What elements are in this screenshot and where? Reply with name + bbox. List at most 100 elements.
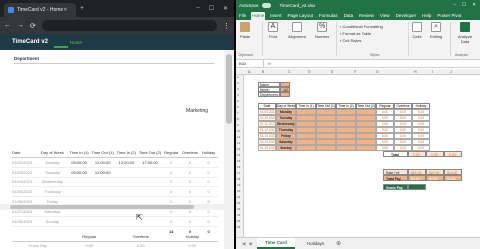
ribbon-tab[interactable]: Insert bbox=[269, 12, 282, 20]
vertical-scrollbar[interactable] bbox=[224, 50, 234, 249]
cells-button[interactable]: Cells bbox=[412, 22, 422, 39]
column-header[interactable]: J bbox=[450, 70, 452, 74]
conditional-formatting-button[interactable]: Conditional Formatting bbox=[340, 23, 383, 30]
prev-sheet-icon[interactable]: ◀ bbox=[242, 241, 245, 247]
column-header[interactable]: D bbox=[308, 70, 311, 74]
sheet-tab-time-card[interactable]: Time Card bbox=[256, 238, 295, 249]
column-header[interactable]: A bbox=[248, 70, 250, 74]
total-pay-cell[interactable]: $0.00 bbox=[408, 175, 426, 181]
row-header[interactable]: 10 bbox=[237, 129, 240, 133]
table-cell[interactable]: 13:00:00 bbox=[115, 160, 139, 165]
worksheet-grid[interactable]: ABCDEFGHIJ 1 2 3 4 5 6 7 8 9 10 11 12 13 14 15 16 17 18 19… bbox=[236, 69, 480, 237]
next-sheet-icon[interactable]: ▶ bbox=[249, 241, 252, 247]
minimize-icon[interactable]: – bbox=[454, 2, 457, 8]
sheet-tab-holidays[interactable]: Holidays bbox=[299, 239, 332, 248]
total-pay-cell[interactable]: $0.00 bbox=[444, 175, 462, 181]
total-overtime-cell[interactable]: 0.00 bbox=[426, 151, 444, 157]
grid-time-cell[interactable] bbox=[356, 145, 376, 151]
row-header[interactable]: 14 bbox=[237, 153, 240, 157]
total-holiday-cell[interactable]: 0.00 bbox=[444, 151, 462, 157]
ribbon-tab[interactable]: Data bbox=[343, 12, 355, 20]
grid-time-cell[interactable] bbox=[316, 145, 336, 151]
row-header[interactable]: 21 bbox=[237, 195, 240, 199]
row-header[interactable]: 7 bbox=[237, 111, 239, 115]
new-tab-icon[interactable]: + bbox=[80, 5, 84, 12]
row-header[interactable]: 11 bbox=[237, 135, 240, 139]
row-header[interactable]: 24 bbox=[237, 213, 240, 217]
maximize-icon[interactable]: ☐ bbox=[209, 5, 214, 12]
scrollbar-thumb[interactable] bbox=[10, 205, 194, 209]
editing-button[interactable]: ⌕ Editing bbox=[430, 22, 442, 39]
department-label-cell[interactable]: Department: bbox=[258, 92, 280, 97]
row-header[interactable]: 1 bbox=[237, 75, 239, 79]
font-button[interactable]: A Font bbox=[268, 22, 278, 39]
table-cell[interactable]: 09:00:00 bbox=[67, 170, 91, 175]
row-header[interactable]: 15 bbox=[237, 159, 240, 163]
total-regular-cell[interactable]: 0.00 bbox=[408, 151, 426, 157]
column-header[interactable]: G bbox=[376, 70, 379, 74]
grid-day-cell[interactable]: Sunday bbox=[276, 145, 296, 151]
gross-pay-cell[interactable] bbox=[408, 184, 426, 190]
nav-home-link[interactable]: Home bbox=[70, 40, 82, 45]
browser-tab[interactable]: TimeCard v2 - Home ✕ bbox=[4, 3, 76, 17]
total-pay-label-cell[interactable]: Total Pay bbox=[383, 175, 408, 181]
row-header[interactable]: 19 bbox=[237, 183, 240, 187]
analyze-data-button[interactable]: Analyze Data bbox=[454, 22, 476, 44]
row-header[interactable]: 16 bbox=[237, 165, 240, 169]
autosave-toggle[interactable] bbox=[261, 2, 271, 8]
reload-icon[interactable]: ⟳ bbox=[30, 22, 36, 30]
column-header[interactable]: I bbox=[432, 70, 433, 74]
row-header[interactable]: 22 bbox=[237, 201, 240, 205]
department-input-cell[interactable] bbox=[280, 92, 290, 97]
row-header[interactable]: 20 bbox=[237, 189, 240, 193]
row-header[interactable]: 25 bbox=[237, 219, 240, 223]
row-header[interactable]: 4 bbox=[237, 93, 239, 97]
table-cell[interactable]: 09:00:00 bbox=[67, 160, 91, 165]
name-box[interactable]: B32 bbox=[236, 59, 264, 68]
number-button[interactable]: % Number bbox=[315, 22, 329, 39]
maximize-icon[interactable]: ☐ bbox=[462, 2, 466, 8]
browser-menu-icon[interactable]: ⋮ bbox=[223, 22, 230, 30]
row-header[interactable]: 5 bbox=[237, 99, 239, 103]
grid-time-cell[interactable] bbox=[336, 145, 356, 151]
ribbon-tab[interactable]: File bbox=[238, 12, 247, 20]
forward-icon[interactable]: → bbox=[17, 22, 24, 29]
gross-pay-label-cell[interactable]: Gross Pay bbox=[383, 184, 408, 190]
row-header[interactable]: 12 bbox=[237, 141, 240, 145]
back-icon[interactable]: ← bbox=[4, 22, 11, 29]
row-header[interactable]: 13 bbox=[237, 147, 240, 151]
row-header[interactable]: 2 bbox=[237, 81, 239, 85]
column-header[interactable]: E bbox=[331, 70, 333, 74]
fx-icon[interactable]: fx bbox=[264, 61, 271, 66]
alignment-button[interactable]: Alignment bbox=[288, 22, 306, 39]
row-header[interactable]: 23 bbox=[237, 207, 240, 211]
row-header[interactable]: 26 bbox=[237, 225, 240, 229]
row-header[interactable]: 6 bbox=[237, 105, 239, 109]
scrollbar-thumb[interactable] bbox=[226, 54, 232, 124]
minimize-icon[interactable]: – bbox=[196, 5, 199, 12]
ribbon-tab[interactable]: Page Layout bbox=[287, 12, 314, 20]
paste-button[interactable]: Paste bbox=[240, 22, 250, 39]
close-window-icon[interactable]: ✕ bbox=[472, 2, 476, 8]
cell-styles-button[interactable]: Cell Styles bbox=[340, 37, 383, 44]
table-cell[interactable]: 12:00:00 bbox=[91, 170, 115, 175]
ribbon-tab[interactable]: Formulas bbox=[318, 12, 339, 20]
total-label-cell[interactable]: Total bbox=[383, 151, 408, 157]
table-cell[interactable]: 12:00:00 bbox=[91, 160, 115, 165]
close-tab-icon[interactable]: ✕ bbox=[63, 7, 72, 13]
format-as-table-button[interactable]: Format as Table bbox=[340, 30, 383, 37]
ribbon-tab[interactable]: Developer bbox=[395, 12, 418, 20]
column-header[interactable]: F bbox=[354, 70, 356, 74]
close-window-icon[interactable]: ✕ bbox=[223, 5, 228, 12]
row-header[interactable]: 9 bbox=[237, 123, 239, 127]
address-bar[interactable] bbox=[41, 20, 217, 31]
horizontal-scrollbar[interactable] bbox=[0, 204, 224, 210]
ribbon-tab[interactable]: Home bbox=[251, 12, 266, 20]
row-header[interactable]: 17 bbox=[237, 171, 240, 175]
column-header[interactable]: H bbox=[414, 70, 417, 74]
row-header[interactable]: 3 bbox=[237, 87, 239, 91]
ribbon-tab[interactable]: Power Pivot bbox=[436, 12, 462, 20]
table-cell[interactable]: 17:00:00 bbox=[138, 160, 162, 165]
ribbon-tab[interactable]: View bbox=[379, 12, 391, 20]
column-header[interactable]: B bbox=[262, 70, 264, 74]
